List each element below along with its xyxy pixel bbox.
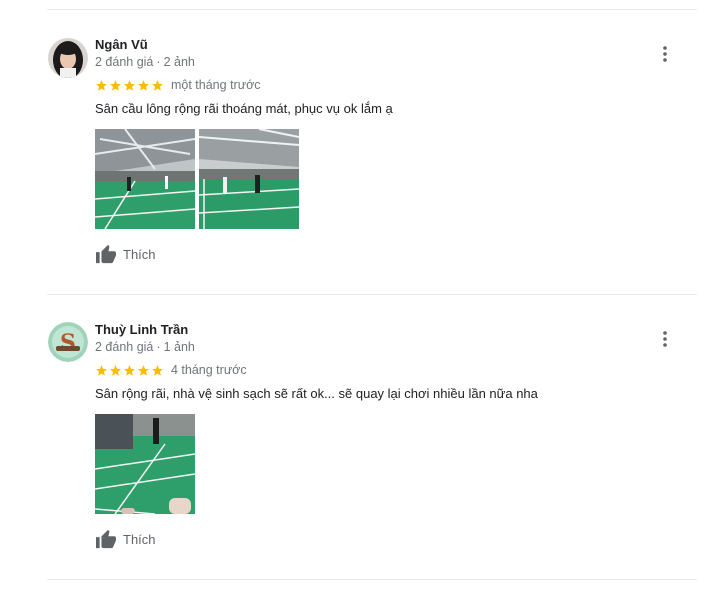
reviewer-meta: 2 đánh giá · 1 ảnh bbox=[95, 340, 195, 354]
more-options-button[interactable] bbox=[656, 43, 674, 65]
review-count: 2 đánh giá bbox=[95, 340, 154, 354]
reviewer-meta: 2 đánh giá · 2 ảnh bbox=[95, 55, 195, 69]
like-label: Thích bbox=[123, 531, 156, 547]
more-options-button[interactable] bbox=[656, 328, 674, 350]
star-icon bbox=[138, 79, 149, 91]
star-icon bbox=[152, 79, 163, 91]
star-icon bbox=[152, 364, 163, 376]
review-photos bbox=[95, 414, 195, 514]
thumb-up-icon bbox=[96, 244, 116, 264]
more-vert-icon bbox=[663, 46, 667, 62]
review-divider bbox=[47, 294, 697, 295]
thumb-up-icon bbox=[96, 529, 116, 549]
star-rating bbox=[95, 79, 164, 92]
like-label: Thích bbox=[123, 246, 156, 262]
photo-count: 1 ảnh bbox=[163, 340, 195, 354]
review-photo[interactable] bbox=[95, 414, 195, 514]
reviewer-name[interactable]: Ngân Vũ bbox=[95, 37, 148, 52]
star-icon bbox=[138, 364, 149, 376]
photo-count: 2 ảnh bbox=[163, 55, 195, 69]
reviewer-name[interactable]: Thuỳ Linh Trần bbox=[95, 322, 188, 337]
like-button[interactable]: Thích bbox=[95, 244, 156, 264]
review-date: một tháng trước bbox=[171, 78, 261, 92]
review-photos bbox=[95, 129, 299, 229]
star-icon bbox=[110, 364, 121, 376]
top-divider bbox=[47, 9, 697, 10]
meta-separator: · bbox=[156, 340, 161, 354]
review-photo[interactable] bbox=[95, 129, 195, 229]
star-icon bbox=[124, 79, 135, 91]
more-vert-icon bbox=[663, 331, 667, 347]
review-date: 4 tháng trước bbox=[171, 363, 247, 377]
star-icon bbox=[96, 79, 107, 91]
avatar[interactable] bbox=[48, 38, 88, 78]
rating-row: một tháng trước bbox=[95, 78, 261, 92]
bottom-divider bbox=[47, 579, 697, 580]
star-icon bbox=[124, 364, 135, 376]
rating-row: 4 tháng trước bbox=[95, 363, 247, 377]
like-button[interactable]: Thích bbox=[95, 529, 156, 549]
review-photo[interactable] bbox=[199, 129, 299, 229]
avatar[interactable]: S bbox=[48, 322, 88, 362]
review-count: 2 đánh giá bbox=[95, 55, 154, 69]
meta-separator: · bbox=[156, 55, 161, 69]
svg-text:S: S bbox=[60, 330, 76, 356]
review-text: Sân cầu lông rộng rãi thoáng mát, phục v… bbox=[95, 101, 393, 116]
star-icon bbox=[110, 79, 121, 91]
review-text: Sân rộng rãi, nhà vệ sinh sạch sẽ rất ok… bbox=[95, 386, 538, 401]
star-icon bbox=[96, 364, 107, 376]
star-rating bbox=[95, 364, 164, 377]
